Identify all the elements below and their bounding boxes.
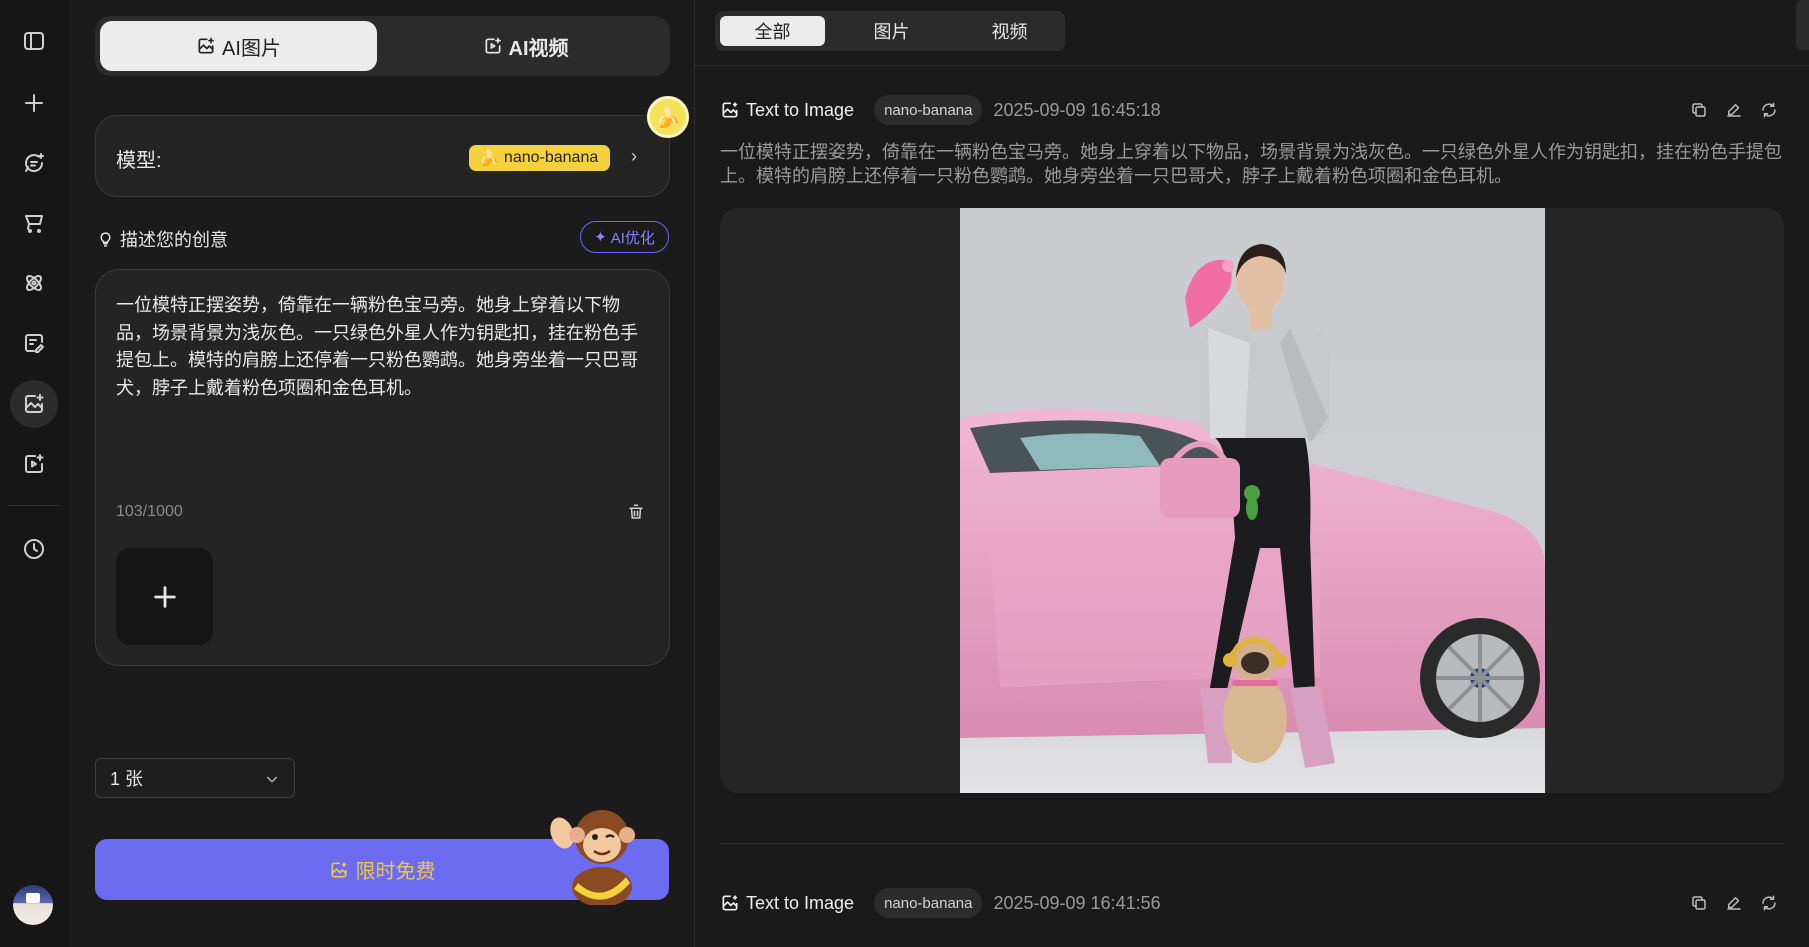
entry-header: Text to Image nano-banana 2025-09-09 16:…	[720, 95, 1161, 125]
mode-tabs: AI图片 AI视频	[95, 16, 670, 76]
cart-icon[interactable]	[10, 199, 58, 247]
describe-label: 描述您的创意	[120, 230, 228, 250]
chat-icon[interactable]	[10, 139, 58, 187]
model-value: nano-banana	[503, 149, 599, 166]
new-plus-icon[interactable]	[10, 79, 58, 127]
refresh-icon[interactable]	[1760, 894, 1778, 917]
sparkle-icon: ✦	[594, 229, 607, 246]
tab-ai-video[interactable]: AI视频	[387, 21, 664, 71]
rail-divider	[8, 505, 60, 506]
entry-header-2: Text to Image nano-banana 2025-09-09 16:…	[720, 888, 1161, 918]
image-count-select[interactable]: 1 张	[95, 758, 295, 798]
entry-type-label: Text to Image	[746, 99, 855, 120]
ai-optimize-button[interactable]: ✦ AI优化	[580, 221, 669, 253]
model-label: 模型:	[116, 150, 162, 172]
trash-icon[interactable]	[627, 503, 645, 526]
chevron-right-icon: ›	[631, 146, 637, 166]
edit-icon[interactable]	[1725, 101, 1743, 124]
panel-divider	[694, 0, 695, 947]
image-gen-icon	[722, 102, 738, 118]
entry-type-label-2: Text to Image	[746, 892, 855, 913]
tab-videos[interactable]: 视频	[957, 16, 1062, 46]
filter-tabs: 全部 图片 视频	[715, 11, 1065, 51]
prompt-text[interactable]: 一位模特正摆姿势，倚靠在一辆粉色宝马旁。她身上穿着以下物品，场景背景为浅灰色。一…	[116, 292, 651, 402]
model-selector[interactable]: 模型: 🍌 nano-banana ›	[95, 115, 670, 197]
tab-ai-video-label: AI视频	[508, 37, 569, 60]
top-right-control[interactable]	[1796, 0, 1809, 50]
entry-prompt: 一位模特正摆姿势，倚靠在一辆粉色宝马旁。她身上穿着以下物品，场景背景为浅灰色。一…	[720, 142, 1782, 186]
result-image-frame	[720, 208, 1784, 793]
banana-badge-icon: 🍌	[647, 96, 689, 138]
copy-icon[interactable]	[1690, 101, 1708, 124]
entry-type-2: Text to Image	[720, 893, 854, 914]
describe-heading: 描述您的创意	[97, 226, 228, 252]
monkey-mascot-icon	[550, 810, 635, 905]
tab-images[interactable]: 图片	[839, 16, 944, 46]
chevron-down-icon	[264, 771, 280, 787]
history-icon[interactable]	[10, 525, 58, 573]
entry-actions-2	[1690, 894, 1778, 917]
entry-separator	[720, 843, 1784, 844]
entry-model-tag: nano-banana	[874, 95, 983, 125]
image-gen-icon	[198, 37, 214, 54]
tab-ai-image-label: AI图片	[222, 37, 281, 60]
image-count-value: 1 张	[110, 769, 144, 789]
lightbulb-icon	[100, 231, 111, 247]
generated-image[interactable]	[960, 208, 1545, 793]
prompt-textarea[interactable]: 一位模特正摆姿势，倚靠在一辆粉色宝马旁。她身上穿着以下物品，场景背景为浅灰色。一…	[95, 269, 670, 666]
banana-icon: 🍌	[479, 150, 499, 167]
entry-actions	[1690, 101, 1778, 124]
sidebar-toggle-icon[interactable]	[10, 17, 58, 65]
icon-rail	[0, 0, 70, 947]
tab-ai-image[interactable]: AI图片	[100, 21, 377, 71]
generate-label: 限时免费	[355, 861, 436, 883]
image-gen-icon[interactable]	[10, 380, 58, 428]
edit-doc-icon[interactable]	[10, 319, 58, 367]
atom-icon[interactable]	[10, 259, 58, 307]
model-badge: 🍌 nano-banana	[469, 145, 611, 171]
video-gen-icon[interactable]	[10, 440, 58, 488]
plus-icon	[153, 585, 176, 608]
avatar[interactable]	[13, 885, 53, 925]
copy-icon[interactable]	[1690, 894, 1708, 917]
header-divider	[695, 65, 1809, 66]
edit-icon[interactable]	[1725, 894, 1743, 917]
entry-time-2: 2025-09-09 16:41:56	[993, 892, 1161, 913]
ai-optimize-label: AI优化	[610, 229, 655, 247]
entry-type: Text to Image	[720, 100, 854, 121]
image-gen-icon	[331, 862, 346, 877]
char-counter: 103/1000	[116, 503, 183, 520]
image-gen-icon	[722, 895, 738, 911]
video-gen-icon	[485, 37, 501, 54]
entry-model-tag-2: nano-banana	[874, 888, 983, 918]
refresh-icon[interactable]	[1760, 101, 1778, 124]
entry-time: 2025-09-09 16:45:18	[993, 99, 1161, 120]
tab-all[interactable]: 全部	[720, 16, 825, 46]
upload-image-button[interactable]	[116, 548, 213, 645]
